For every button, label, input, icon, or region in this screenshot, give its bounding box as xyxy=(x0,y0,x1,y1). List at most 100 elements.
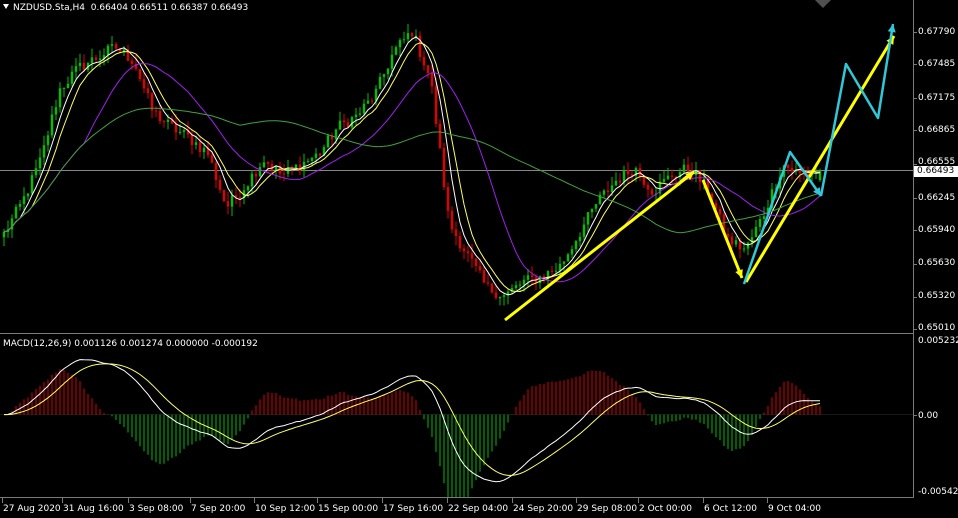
candle-body xyxy=(362,103,366,114)
candle-body xyxy=(562,261,566,264)
candle-body xyxy=(730,236,734,245)
ma-fast-line xyxy=(3,36,821,296)
macd-axis-line xyxy=(913,334,914,498)
candle-body xyxy=(62,88,66,90)
candle-body xyxy=(638,168,642,177)
candle-body xyxy=(666,175,670,180)
candle-body xyxy=(110,44,114,46)
candle-body xyxy=(422,56,426,66)
candle-body xyxy=(106,45,110,56)
price-level: 0.65010 xyxy=(918,323,956,333)
candle-body xyxy=(590,208,594,213)
time-label: 31 Aug 16:00 xyxy=(63,504,124,514)
candle-body xyxy=(646,184,650,190)
candle-body xyxy=(410,33,414,37)
candle-body xyxy=(594,204,598,209)
candle-body xyxy=(498,296,502,299)
candle-body xyxy=(378,76,382,89)
candle-body xyxy=(446,187,450,211)
macd-main-line xyxy=(3,359,820,483)
candle-body xyxy=(142,79,146,89)
candle-body xyxy=(626,170,630,175)
candle-body xyxy=(38,157,42,169)
candle-body xyxy=(222,189,226,202)
candle-body xyxy=(398,40,402,48)
candle-body xyxy=(530,275,534,278)
candle-body xyxy=(82,62,86,70)
candle-body xyxy=(198,142,202,153)
one-click-trading-icon[interactable] xyxy=(815,0,831,8)
candle-body xyxy=(42,145,46,158)
candle-body xyxy=(294,164,298,169)
candle-body xyxy=(382,74,386,77)
candle-body xyxy=(66,83,70,89)
candle-body xyxy=(174,123,178,133)
candle-body xyxy=(30,175,34,194)
candle-body xyxy=(114,44,118,49)
ohlc-values: 0.66404 0.66511 0.66387 0.66493 xyxy=(90,3,249,13)
candle-body xyxy=(650,189,654,195)
candle-body xyxy=(18,203,22,207)
candle-body xyxy=(22,196,26,204)
current-price-tag: 0.66493 xyxy=(914,166,958,177)
dropdown-arrow-icon[interactable] xyxy=(3,4,9,9)
candle-body xyxy=(266,162,270,164)
candle-body xyxy=(210,155,214,163)
candle-body xyxy=(282,173,286,175)
symbol-info: NZDUSD.Sta,H4 0.66404 0.66511 0.66387 0.… xyxy=(3,3,248,13)
candle-body xyxy=(98,58,102,60)
candle-body xyxy=(2,231,6,238)
candle-body xyxy=(250,173,254,187)
candle-body xyxy=(486,282,490,284)
candle-body xyxy=(754,226,758,238)
candle-body xyxy=(46,135,50,146)
candle-body xyxy=(758,218,762,227)
candle-body xyxy=(686,164,690,171)
candle-body xyxy=(178,131,182,133)
candle-body xyxy=(566,254,570,262)
candle-body xyxy=(226,201,230,207)
candle-body xyxy=(78,62,82,67)
price-level: 0.66865 xyxy=(918,125,956,135)
candle-body xyxy=(258,167,262,177)
price-level: 0.65630 xyxy=(918,258,956,268)
price-chart[interactable] xyxy=(0,0,914,498)
candle-body xyxy=(162,121,166,123)
candle-body xyxy=(522,279,526,285)
chart-window[interactable]: NZDUSD.Sta,H4 0.66404 0.66511 0.66387 0.… xyxy=(0,0,958,518)
candle-body xyxy=(154,110,158,112)
candle-body xyxy=(610,185,614,193)
time-label: 15 Sep 00:00 xyxy=(318,504,379,514)
candle-body xyxy=(54,107,58,115)
candle-body xyxy=(434,86,438,124)
candle-body xyxy=(718,208,722,215)
yellow-trend-arrow-3 xyxy=(744,35,896,283)
candle-body xyxy=(130,60,134,64)
candle-body xyxy=(742,248,746,250)
candle-body xyxy=(402,39,406,41)
candle-body xyxy=(230,195,234,207)
candle-body xyxy=(194,142,198,145)
candle-body xyxy=(390,54,394,69)
candle-body xyxy=(518,284,522,286)
subwindow-separator[interactable] xyxy=(0,333,914,334)
price-level: 0.66245 xyxy=(918,193,956,203)
ma-yellow-line xyxy=(3,42,821,293)
candle-body xyxy=(342,120,346,123)
candle-body xyxy=(50,114,54,136)
price-level: 0.67175 xyxy=(918,93,956,103)
candle-body xyxy=(462,248,466,252)
candle-body xyxy=(190,134,194,145)
candle-body xyxy=(790,167,794,172)
candle-body xyxy=(622,170,626,183)
candle-body xyxy=(182,130,186,132)
candle-body xyxy=(94,57,98,60)
candle-body xyxy=(306,160,310,162)
candle-body xyxy=(262,162,266,168)
candle-body xyxy=(394,47,398,55)
candle-body xyxy=(354,114,358,118)
candle-body xyxy=(238,197,242,199)
candle-body xyxy=(70,71,74,84)
price-level: 0.65320 xyxy=(918,291,956,301)
time-label: 22 Sep 04:00 xyxy=(448,504,509,514)
